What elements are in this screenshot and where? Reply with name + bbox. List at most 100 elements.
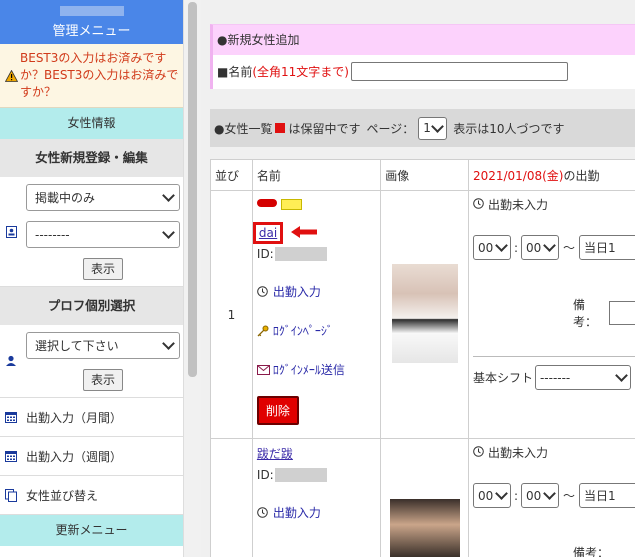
row-name-cell: 跋だ跋 ID: 出勤入力 bbox=[251, 438, 382, 557]
publish-filter-select[interactable]: 掲載中のみ bbox=[26, 184, 180, 211]
note-input[interactable] bbox=[608, 301, 635, 325]
section-update-menu: 更新メニュー bbox=[0, 515, 183, 546]
cast-list-header: ●女性一覧 は保留中です ページ： 1 表示は10人づつです bbox=[210, 109, 635, 147]
chevron-down-icon bbox=[495, 487, 508, 500]
tag-red-icon bbox=[256, 199, 277, 207]
time-colon: : bbox=[513, 240, 518, 255]
name-hint: (全角11文字まで) bbox=[252, 64, 349, 79]
base-shift-select[interactable]: ------- bbox=[534, 365, 631, 390]
chevron-down-icon bbox=[543, 487, 556, 500]
clock-icon bbox=[257, 286, 273, 297]
profile-select-title: プロフ個別選択 bbox=[0, 287, 183, 325]
profile-card-icon bbox=[0, 177, 22, 286]
cast-edit-form: 掲載中のみ -------- 表示 bbox=[0, 177, 183, 287]
chevron-down-icon bbox=[162, 226, 175, 239]
highlight-box: dai bbox=[252, 222, 284, 244]
time-tilde: 〜 bbox=[562, 489, 575, 503]
row-shift-cell: 出勤未入力 00 : 00 〜 当日1 備考： bbox=[467, 438, 635, 557]
new-cast-name-input[interactable] bbox=[350, 61, 568, 81]
hold-marker-icon bbox=[275, 123, 286, 133]
mail-icon bbox=[256, 364, 273, 375]
new-cast-name-row: ■名前 (全角11文字まで) bbox=[213, 55, 635, 87]
scrollbar-thumb[interactable] bbox=[188, 2, 197, 377]
login-page-link[interactable]: ﾛｸﾞｲﾝﾍﾟｰｼﾞ bbox=[257, 322, 380, 339]
sidebar-item-label: 女性並び替え bbox=[26, 488, 99, 503]
copy-icon bbox=[0, 488, 22, 502]
cast-list-title: ●女性一覧 bbox=[214, 121, 273, 136]
calendar-icon bbox=[0, 450, 22, 462]
new-edit-title: 女性新規登録・編集 bbox=[0, 139, 183, 177]
new-cast-panel: ●新規女性追加 ■名前 (全角11文字まで) bbox=[210, 24, 635, 89]
calendar-icon bbox=[0, 411, 22, 423]
sidebar-title: 管理メニュー bbox=[52, 24, 131, 39]
row-name-cell: dai ID: 出勤入力 ﾛｸﾞｲﾝﾍﾟｰｼﾞ ﾛｸﾞｲﾝﾒｰﾙ送信 削除 bbox=[251, 190, 382, 439]
show-button[interactable]: 表示 bbox=[83, 258, 123, 280]
clock-icon bbox=[473, 445, 484, 460]
attendance-input-link[interactable]: 出勤入力 bbox=[257, 283, 380, 300]
cast-photo[interactable] bbox=[391, 264, 458, 363]
sidebar-item-label: 出勤入力（週間） bbox=[26, 449, 123, 464]
note-label: 備考： bbox=[572, 546, 609, 557]
page-label: ページ： bbox=[366, 121, 415, 136]
row-shift-cell: 出勤未入力 00 : 00 〜 当日1 備考： 基本シフト ------- bbox=[467, 190, 635, 439]
note-row: 備考： bbox=[573, 296, 635, 330]
cast-photo[interactable] bbox=[389, 499, 460, 557]
new-cast-title: ●新規女性追加 bbox=[213, 25, 635, 55]
blurred-id bbox=[274, 247, 327, 261]
shift-time-row: 00 : 00 〜 当日1 bbox=[472, 235, 635, 260]
shift-status: 出勤未入力 bbox=[473, 444, 635, 461]
warning-text[interactable]: BEST3の入力はお済みですか？BEST3の入力はお済みですか？ bbox=[20, 50, 179, 101]
start-minute-select[interactable]: 00 bbox=[520, 483, 559, 508]
row-image-cell bbox=[380, 438, 469, 557]
note-label: 備考： bbox=[572, 298, 597, 329]
sidebar-header: 管理メニュー bbox=[0, 0, 183, 44]
start-hour-select[interactable]: 00 bbox=[472, 235, 511, 260]
col-image: 画像 bbox=[380, 159, 469, 191]
end-select[interactable]: 当日1 bbox=[579, 235, 635, 260]
login-mail-link[interactable]: ﾛｸﾞｲﾝﾒｰﾙ送信 bbox=[256, 361, 380, 378]
chevron-down-icon bbox=[543, 239, 556, 252]
cast-tags bbox=[256, 199, 380, 210]
end-select[interactable]: 当日1 bbox=[579, 483, 635, 508]
chevron-down-icon bbox=[162, 189, 175, 202]
tag-yellow-icon bbox=[280, 199, 302, 210]
chevron-down-icon bbox=[495, 239, 508, 252]
clock-icon bbox=[473, 197, 484, 212]
base-shift-row: 基本シフト ------- bbox=[472, 356, 635, 390]
show-button-2[interactable]: 表示 bbox=[83, 369, 123, 391]
table-row: 1 dai ID: 出勤入力 ﾛｸﾞｲﾝﾍﾟｰｼﾞ ﾛｸﾞｲﾝﾒｰﾙ送信 削除 … bbox=[210, 190, 635, 439]
sidebar-scrollbar[interactable] bbox=[184, 0, 201, 557]
sidebar: 管理メニュー BEST3の入力はお済みですか？BEST3の入力はお済みですか？ … bbox=[0, 0, 184, 557]
page-select[interactable]: 1 bbox=[418, 116, 448, 140]
shift-time-row: 00 : 00 〜 当日1 bbox=[472, 483, 635, 508]
key-icon bbox=[257, 325, 273, 337]
cast-table: 並び 名前 画像 2021/01/08(金)の出勤 1 dai ID: 出勤入力… bbox=[210, 159, 635, 557]
chevron-down-icon bbox=[162, 337, 175, 350]
cast-name-link[interactable]: dai bbox=[259, 226, 277, 240]
sidebar-item-weekly-attendance[interactable]: 出勤入力（週間） bbox=[0, 437, 183, 476]
chevron-down-icon bbox=[615, 369, 628, 382]
per-page-note: 表示は10人づつです bbox=[453, 121, 565, 136]
sidebar-item-monthly-attendance[interactable]: 出勤入力（月間） bbox=[0, 398, 183, 437]
note-row: 備考： bbox=[573, 544, 635, 557]
cast-select[interactable]: -------- bbox=[26, 221, 180, 248]
sidebar-item-reorder[interactable]: 女性並び替え bbox=[0, 476, 183, 515]
hold-note: は保留中です bbox=[288, 121, 361, 136]
base-shift-label: 基本シフト bbox=[472, 371, 533, 385]
chevron-down-icon bbox=[431, 119, 445, 133]
delete-button[interactable]: 削除 bbox=[256, 396, 299, 425]
user-icon bbox=[0, 325, 22, 397]
table-header-row: 並び 名前 画像 2021/01/08(金)の出勤 bbox=[210, 159, 635, 191]
main-content: ●新規女性追加 ■名前 (全角11文字まで) ●女性一覧 は保留中です ページ：… bbox=[201, 0, 635, 557]
warning-icon bbox=[2, 50, 20, 101]
blurred-shop-name bbox=[59, 6, 124, 16]
attendance-input-link[interactable]: 出勤入力 bbox=[257, 504, 380, 521]
start-hour-select[interactable]: 00 bbox=[472, 483, 511, 508]
row-order: 1 bbox=[210, 190, 253, 439]
row-image-cell bbox=[380, 190, 469, 439]
profile-select[interactable]: 選択して下さい bbox=[26, 332, 180, 359]
table-row: 2 跋だ跋 ID: 出勤入力 出勤未入力 00 bbox=[210, 438, 635, 557]
start-minute-select[interactable]: 00 bbox=[520, 235, 559, 260]
cast-name-link[interactable]: 跋だ跋 bbox=[257, 447, 293, 461]
clock-icon bbox=[257, 507, 273, 518]
